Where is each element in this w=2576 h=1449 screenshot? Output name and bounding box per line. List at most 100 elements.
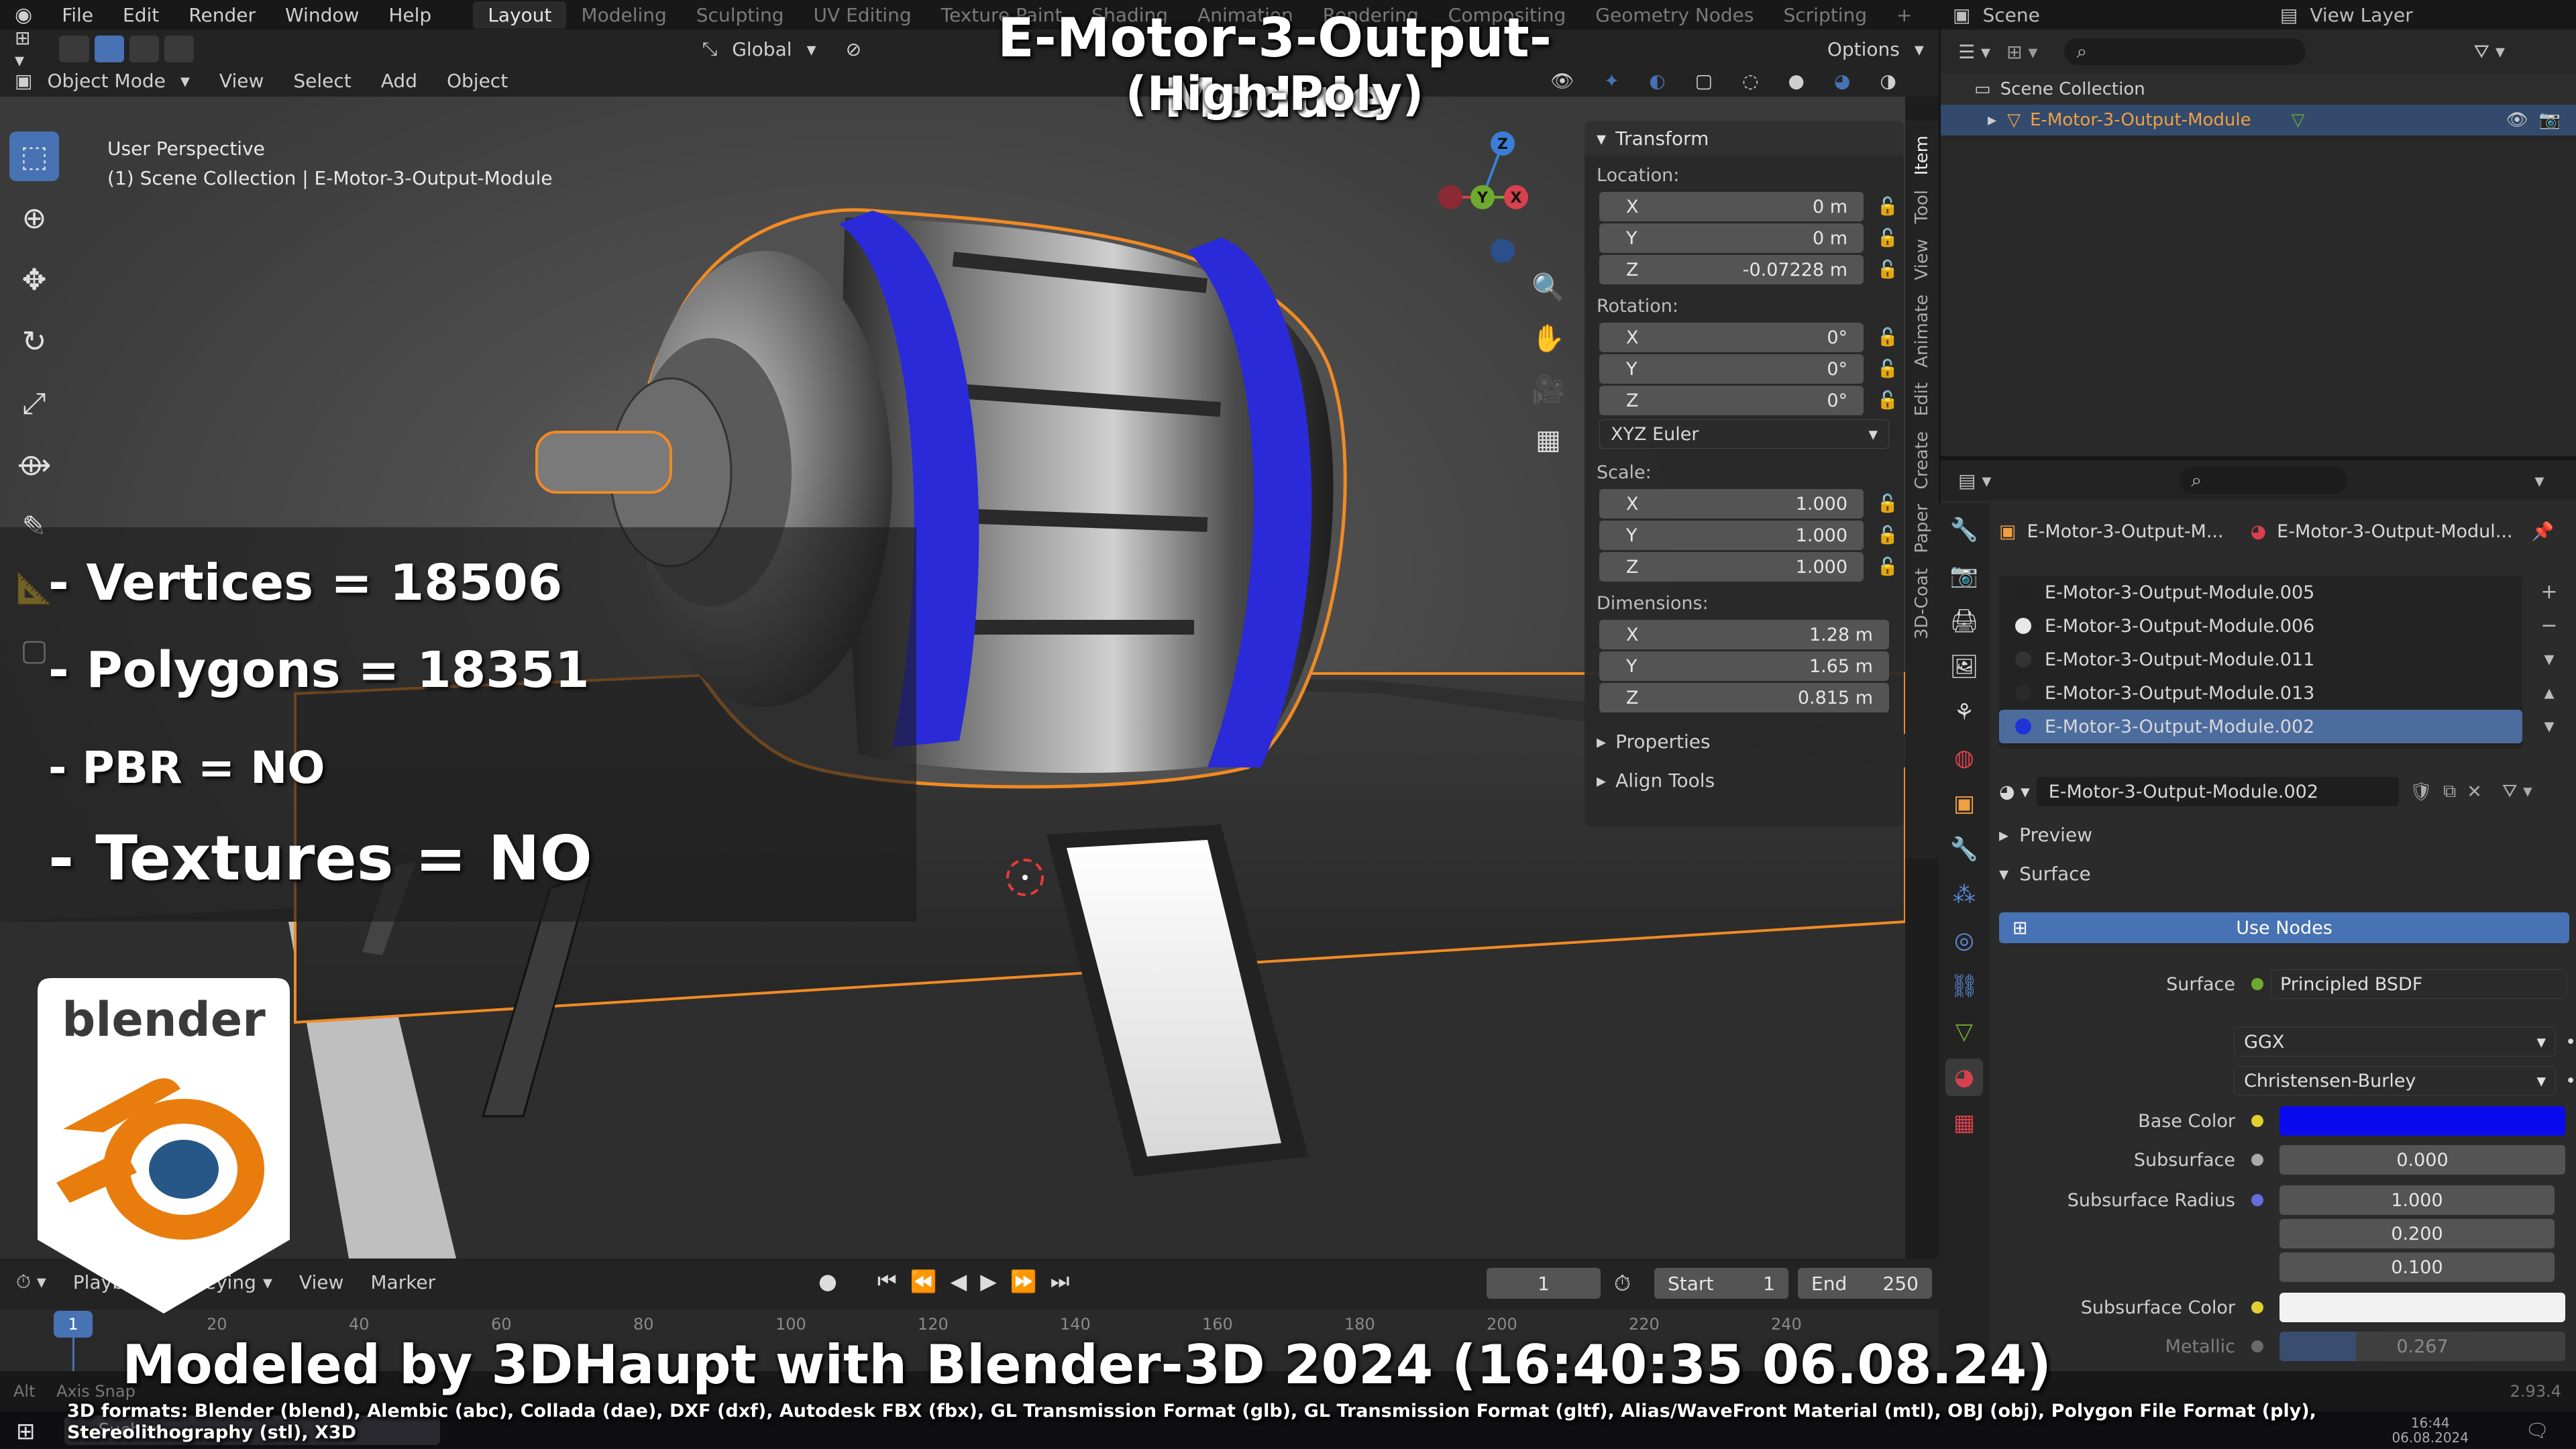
transform-section-header[interactable]: ▾ Transform <box>1585 121 1904 156</box>
subsurface-color-swatch[interactable] <box>2279 1293 2565 1322</box>
modifier-props-icon[interactable]: 🔧 <box>1945 830 1983 868</box>
lock-icon[interactable]: 🔓 <box>1877 260 1898 280</box>
texture-props-icon[interactable]: ▦ <box>1945 1104 1983 1142</box>
gizmo-neg-z[interactable] <box>1491 239 1515 263</box>
lock-icon[interactable]: 🔓 <box>1877 197 1898 217</box>
material-name-field[interactable]: E-Motor-3-Output-Module.002 <box>2036 777 2399 806</box>
use-nodes-button[interactable]: ⊞ Use Nodes <box>1999 912 2569 943</box>
zoom-icon[interactable]: 🔍 <box>1527 266 1570 309</box>
play-icon[interactable]: ▶ <box>980 1269 997 1294</box>
end-frame-field[interactable]: End 250 <box>1798 1268 1932 1299</box>
tab-modeling[interactable]: Modeling <box>566 1 681 29</box>
object-props-icon[interactable]: ▣ <box>1945 785 1983 822</box>
tab-3d-coat[interactable]: 3D-Coat <box>1912 568 1932 639</box>
shading-solid-icon[interactable]: ● <box>1774 70 1819 92</box>
blender-menu-icon[interactable]: ◉ <box>0 3 47 27</box>
rotation-mode-select[interactable]: XYZ Euler ▾ <box>1599 419 1889 449</box>
world-props-icon[interactable]: ◍ <box>1945 739 1983 777</box>
select-mode-extend-icon[interactable] <box>129 36 159 62</box>
render-props-icon[interactable]: 📷 <box>1945 557 1983 594</box>
view-layer-props-icon[interactable]: 🖼 <box>1945 648 1983 686</box>
close-icon[interactable]: ✕ <box>2467 782 2482 802</box>
menu-help[interactable]: Help <box>374 4 446 26</box>
duplicate-material-icon[interactable]: ⧉ <box>2443 781 2456 802</box>
menu-add[interactable]: Add <box>366 70 432 92</box>
add-workspace-icon[interactable]: + <box>1882 1 1927 29</box>
scale-z-field[interactable]: Z 1.000 🔓 <box>1599 552 1898 582</box>
outliner-scene-collection[interactable]: Scene Collection <box>2000 79 2145 99</box>
notification-icon[interactable]: 🗨 <box>2525 1419 2549 1442</box>
slot-specials-icon[interactable]: ▾ <box>2536 643 2563 676</box>
playhead[interactable]: 1 <box>54 1311 93 1338</box>
fake-user-icon[interactable]: 🛡 <box>2410 781 2432 802</box>
navigation-gizmo[interactable]: Z Y X <box>1436 130 1529 264</box>
surface-section-header[interactable]: ▾ Surface <box>1999 863 2091 885</box>
tab-item[interactable]: Item <box>1912 136 1932 175</box>
tab-animate[interactable]: Animate <box>1912 294 1932 368</box>
view-layer-icon[interactable]: ▤ <box>2268 4 2310 26</box>
properties-section-header[interactable]: ▸ Properties <box>1585 722 1904 761</box>
menu-edit[interactable]: Edit <box>108 4 174 26</box>
material-slot-row[interactable]: E-Motor-3-Output-Module.005 <box>1999 576 2522 609</box>
jump-end-icon[interactable]: ⏭ <box>1051 1268 1070 1294</box>
tab-uv-editing[interactable]: UV Editing <box>799 1 926 29</box>
material-props-icon[interactable]: ◕ <box>1945 1059 1983 1096</box>
menu-select[interactable]: Select <box>278 70 366 92</box>
menu-object[interactable]: Object <box>432 70 523 92</box>
preview-range-icon[interactable]: ⏱ <box>1614 1271 1631 1297</box>
subsurface-radius-x[interactable]: 1.000 <box>2279 1185 2555 1215</box>
prev-keyframe-icon[interactable]: ⏪ <box>910 1269 937 1294</box>
browse-material-icon[interactable]: ◕ ▾ <box>1999 782 2030 802</box>
start-frame-field[interactable]: Start 1 <box>1654 1268 1788 1299</box>
location-z-field[interactable]: Z -0.07228 m 🔓 <box>1599 255 1898 284</box>
outliner-row-object[interactable]: ▸ ▽ E-Motor-3-Output-Module ▽ 👁 📷 <box>1941 105 2576 136</box>
dimension-y-field[interactable]: Y 1.65 m <box>1599 651 1889 681</box>
tab-edit[interactable]: Edit <box>1912 382 1932 416</box>
lock-icon[interactable]: 🔓 <box>1877 327 1898 347</box>
view-layer-label[interactable]: View Layer <box>2310 4 2412 26</box>
transform-tool-icon[interactable]: ⟴ <box>9 440 59 490</box>
menu-timeline-view[interactable]: View <box>299 1271 343 1293</box>
cursor-tool-icon[interactable]: ⊕ <box>9 193 59 243</box>
scene-props-icon[interactable]: ⚘ <box>1945 694 1983 731</box>
location-x-field[interactable]: X 0 m 🔓 <box>1599 192 1898 221</box>
tab-layout[interactable]: Layout <box>473 1 567 29</box>
lock-icon[interactable]: 🔓 <box>1877 494 1898 514</box>
material-slot-row[interactable]: E-Motor-3-Output-Module.011 <box>1999 643 2522 676</box>
move-down-icon[interactable]: ▾ <box>2536 710 2563 743</box>
chevron-down-icon[interactable]: ▾ <box>2534 470 2544 492</box>
windows-start-icon[interactable]: ⊞ <box>16 1418 36 1445</box>
scale-y-field[interactable]: Y 1.000 🔓 <box>1599 521 1898 550</box>
material-slot-row[interactable]: E-Motor-3-Output-Module.006 <box>1999 609 2522 643</box>
add-slot-icon[interactable]: + <box>2536 576 2563 609</box>
transform-orientation-select[interactable]: Global <box>732 38 792 60</box>
transform-orientation-icon[interactable]: ⤡ <box>688 38 732 60</box>
constraints-props-icon[interactable]: ⛓ <box>1945 967 1983 1005</box>
select-box-tool-icon[interactable]: ⬚ <box>9 131 59 181</box>
current-frame-field[interactable]: 1 <box>1487 1268 1601 1299</box>
outliner-filter-icon[interactable]: ⊞ ▾ <box>2006 41 2037 63</box>
subsurface-radius-y[interactable]: 0.200 <box>2279 1219 2555 1248</box>
select-mode-subtract-icon[interactable] <box>164 36 194 62</box>
camera-view-icon[interactable]: 🎥 <box>1527 368 1570 411</box>
move-up-icon[interactable]: ▴ <box>2536 676 2563 710</box>
next-keyframe-icon[interactable]: ⏩ <box>1010 1269 1037 1294</box>
lock-icon[interactable]: 🔓 <box>1877 390 1898 411</box>
rotation-z-field[interactable]: Z 0° 🔓 <box>1599 386 1898 415</box>
menu-view[interactable]: View <box>205 70 278 92</box>
outliner-search-input[interactable]: ⌕ <box>2064 38 2306 65</box>
jump-start-icon[interactable]: ⏮ <box>877 1268 897 1294</box>
object-mode-select[interactable]: Object Mode <box>47 70 165 92</box>
location-y-field[interactable]: Y 0 m 🔓 <box>1599 223 1898 253</box>
lock-icon[interactable]: 🔓 <box>1877 228 1898 248</box>
data-props-icon[interactable]: ▽ <box>1945 1013 1983 1051</box>
eye-icon[interactable]: 👁 <box>2506 110 2528 130</box>
rotate-tool-icon[interactable]: ↻ <box>9 317 59 366</box>
menu-marker[interactable]: Marker <box>370 1271 435 1293</box>
overlay-toggle-icon[interactable]: ◐ <box>1634 70 1680 92</box>
xray-toggle-icon[interactable]: ▢ <box>1680 70 1727 92</box>
record-icon[interactable]: ● <box>818 1269 837 1294</box>
move-tool-icon[interactable]: ✥ <box>9 255 59 305</box>
expand-arrow-icon[interactable]: ▸ <box>1988 110 1996 130</box>
menu-window[interactable]: Window <box>270 4 374 26</box>
